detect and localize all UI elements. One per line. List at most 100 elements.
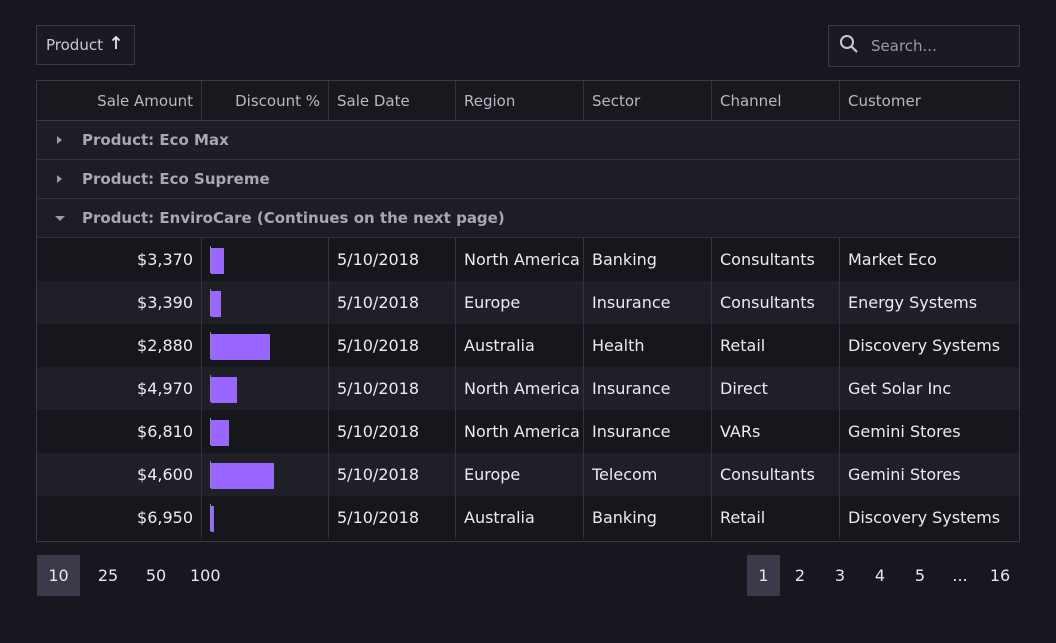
discount-cell [202,238,329,281]
discount-cell [202,496,329,539]
sale-date-cell: 5/10/2018 [329,453,456,496]
discount-bar [211,334,270,360]
sector-cell: Health [584,324,712,367]
sale-date-cell: 5/10/2018 [329,324,456,367]
group-by-chip[interactable]: Product [36,25,135,65]
discount-bar [211,463,274,489]
sale-date-cell: 5/10/2018 [329,496,456,539]
region-cell: Europe [456,281,584,324]
group-label: Product: Eco Supreme [82,170,270,188]
column-header-sector[interactable]: Sector [584,81,712,120]
page-button[interactable]: 2 [780,555,820,596]
customer-cell: Gemini Stores [848,465,961,484]
discount-bar [211,420,229,446]
arrow-up-icon[interactable] [111,35,121,54]
channel-cell: Consultants [712,281,840,324]
search-input[interactable] [869,36,1013,56]
discount-cell [202,281,329,324]
discount-cell [202,410,329,453]
page-size-option[interactable]: 100 [184,555,227,596]
sector-cell: Insurance [584,367,712,410]
discount-bar [211,248,224,274]
table-row[interactable]: $4,970 5/10/2018 North America Insurance… [37,367,1019,410]
collapse-toggle-icon[interactable] [37,215,82,221]
sale-amount-cell: $6,950 [37,496,202,539]
sale-amount-cell: $4,970 [37,367,202,410]
page-ellipsis[interactable]: ... [940,555,980,596]
expand-toggle-icon[interactable] [37,136,82,144]
sector-cell: Banking [584,496,712,539]
region-cell: North America [456,367,584,410]
channel-cell: Direct [712,367,840,410]
column-header-customer[interactable]: Customer [840,81,1019,120]
page-button[interactable]: 16 [980,555,1020,596]
group-by-label: Product [46,36,103,54]
table-row[interactable]: $2,880 5/10/2018 Australia Health Retail… [37,324,1019,367]
search-box [828,25,1020,67]
sector-cell: Insurance [584,281,712,324]
sale-amount-cell: $3,370 [37,238,202,281]
discount-bar [211,506,214,532]
expand-toggle-icon[interactable] [37,175,82,183]
channel-cell: Retail [712,324,840,367]
customer-cell: Market Eco [848,250,937,269]
sale-date-cell: 5/10/2018 [329,367,456,410]
channel-cell: Retail [712,496,840,539]
page-size-option[interactable]: 10 [37,555,80,596]
pagination: 1 2 3 4 5 ... 16 [747,555,1020,596]
table-row[interactable]: $6,950 5/10/2018 Australia Banking Retai… [37,496,1019,539]
column-header-sale-amount[interactable]: Sale Amount [37,81,202,120]
page-button[interactable]: 1 [747,555,780,596]
region-cell: North America [456,238,584,281]
sector-cell: Banking [584,238,712,281]
search-icon [839,34,859,58]
group-row[interactable]: Product: Eco Supreme [37,160,1019,199]
group-label: Product: Eco Max [82,131,229,149]
customer-cell: Discovery Systems [848,336,1001,355]
table-row[interactable]: $3,370 5/10/2018 North America Banking C… [37,238,1019,281]
column-header-sale-date[interactable]: Sale Date [329,81,456,120]
customer-cell: Gemini Stores [848,422,961,441]
table-row[interactable]: $4,600 5/10/2018 Europe Telecom Consulta… [37,453,1019,496]
sale-amount-cell: $3,390 [37,281,202,324]
group-row[interactable]: Product: Eco Max [37,121,1019,160]
page-button[interactable]: 4 [860,555,900,596]
sector-cell: Insurance [584,410,712,453]
toolbar: Product [36,25,1020,67]
region-cell: Australia [456,324,584,367]
page-size-selector: 10 25 50 100 [37,555,235,596]
channel-cell: Consultants [712,453,840,496]
discount-cell [202,367,329,410]
sector-cell: Telecom [584,453,712,496]
region-cell: Europe [456,453,584,496]
customer-cell: Get Solar Inc [848,379,952,398]
page-button[interactable]: 3 [820,555,860,596]
page-size-option[interactable]: 25 [88,555,128,596]
discount-bar [211,291,221,317]
discount-bar [211,377,237,403]
region-cell: Australia [456,496,584,539]
channel-cell: VARs [712,410,840,453]
grid-header: Sale Amount Discount % Sale Date Region … [37,81,1019,121]
column-header-channel[interactable]: Channel [712,81,840,120]
discount-cell [202,453,329,496]
sale-date-cell: 5/10/2018 [329,238,456,281]
discount-cell [202,324,329,367]
sale-amount-cell: $2,880 [37,324,202,367]
region-cell: North America [456,410,584,453]
sale-amount-cell: $6,810 [37,410,202,453]
page-size-option[interactable]: 50 [136,555,176,596]
sale-amount-cell: $4,600 [37,453,202,496]
table-row[interactable]: $3,390 5/10/2018 Europe Insurance Consul… [37,281,1019,324]
customer-cell: Discovery Systems [848,508,1001,527]
table-row[interactable]: $6,810 5/10/2018 North America Insurance… [37,410,1019,453]
page-button[interactable]: 5 [900,555,940,596]
group-row[interactable]: Product: EnviroCare (Continues on the ne… [37,199,1019,238]
sale-date-cell: 5/10/2018 [329,281,456,324]
sale-date-cell: 5/10/2018 [329,410,456,453]
channel-cell: Consultants [712,238,840,281]
column-header-discount[interactable]: Discount % [202,81,329,120]
customer-cell: Energy Systems [848,293,978,312]
data-grid: Sale Amount Discount % Sale Date Region … [36,80,1020,542]
column-header-region[interactable]: Region [456,81,584,120]
